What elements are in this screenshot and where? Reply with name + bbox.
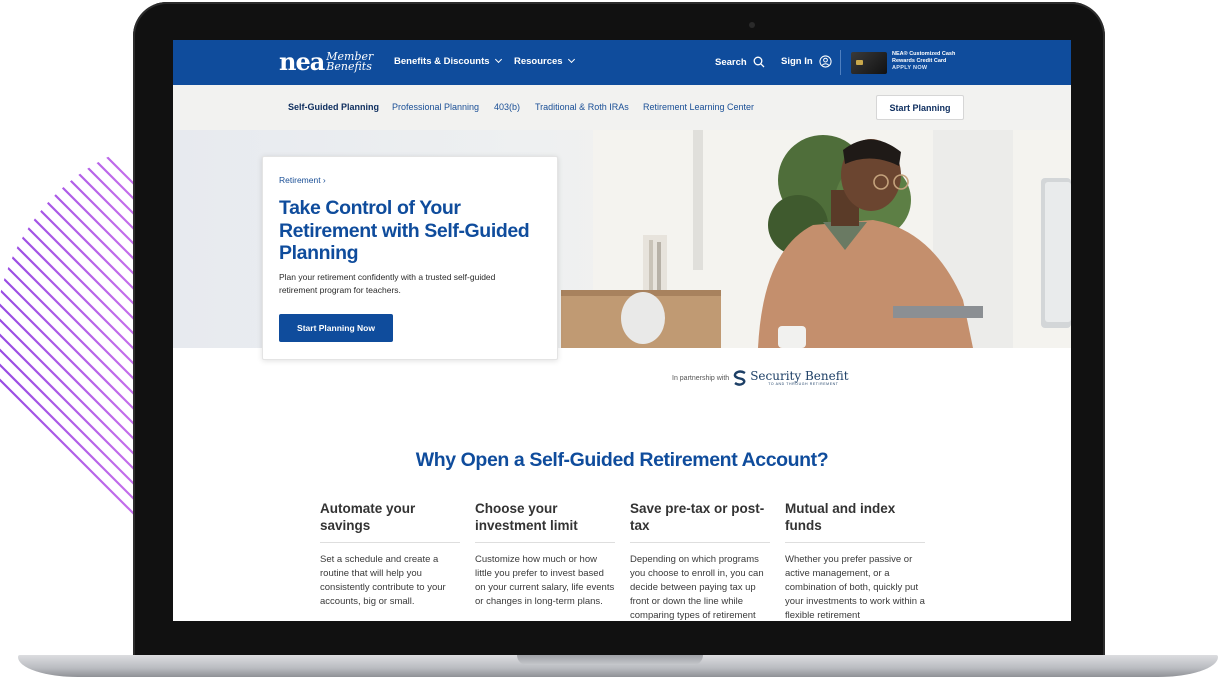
nav-benefits-label: Benefits & Discounts: [394, 56, 490, 67]
feature-body: Whether you prefer passive or active man…: [785, 554, 925, 621]
search-icon: [753, 56, 765, 68]
partnership-text: In partnership with: [672, 374, 730, 382]
feature-title: Mutual and index funds: [785, 500, 925, 543]
section-title: Why Open a Self-Guided Retirement Accoun…: [415, 449, 829, 471]
feature-title: Save pre-tax or post-tax: [630, 500, 770, 543]
start-planning-button[interactable]: Start Planning: [876, 95, 964, 120]
feature-mutual-index-funds: Mutual and index funds Whether you prefe…: [785, 500, 925, 621]
partner-name: Security Benefit: [750, 369, 849, 383]
security-benefit-logo-icon: [733, 370, 746, 386]
nav-resources[interactable]: Resources: [514, 55, 575, 67]
promo-apply-now: APPLY NOW: [892, 65, 928, 71]
nav-resources-label: Resources: [514, 56, 563, 67]
feature-title: Choose your investment limit: [475, 500, 615, 543]
subnav-self-guided-planning[interactable]: Self-Guided Planning: [288, 102, 379, 112]
feature-title: Automate your savings: [320, 500, 460, 543]
header-divider: [840, 50, 841, 75]
subnav-professional-planning[interactable]: Professional Planning: [392, 102, 479, 112]
search-button[interactable]: Search: [715, 56, 765, 68]
feature-automate-savings: Automate your savings Set a schedule and…: [320, 500, 460, 609]
nav-benefits-discounts[interactable]: Benefits & Discounts: [394, 55, 502, 67]
security-benefit-logo: Security Benefit TO AND THROUGH RETIREME…: [750, 370, 848, 386]
user-icon: [819, 55, 832, 68]
laptop-notch: [517, 655, 703, 665]
promo-line-1: NEA® Customized Cash: [892, 51, 956, 57]
browser-screen: nea Member Benefits Benefits & Discounts…: [173, 40, 1071, 621]
subnav-traditional-roth-iras[interactable]: Traditional & Roth IRAs: [535, 102, 629, 112]
search-label: Search: [715, 56, 747, 68]
hero-card: Retirement › Take Control of Your Retire…: [262, 156, 558, 360]
feature-body: Set a schedule and create a routine that…: [320, 554, 446, 607]
nea-member-benefits-logo[interactable]: nea Member Benefits: [279, 50, 373, 74]
partner-tagline: TO AND THROUGH RETIREMENT: [768, 382, 839, 386]
feature-pre-post-tax: Save pre-tax or post-tax Depending on wh…: [630, 500, 770, 621]
hero-description: Plan your retirement confidently with a …: [279, 272, 496, 295]
logo-sub-line-2: Benefits: [326, 60, 372, 73]
breadcrumb-retirement[interactable]: Retirement ›: [279, 175, 326, 185]
credit-card-promo[interactable]: NEA® Customized Cash Rewards Credit Card…: [892, 51, 955, 72]
credit-card-image[interactable]: [851, 52, 887, 74]
logo-mark: nea: [279, 47, 325, 76]
sign-in-button[interactable]: Sign In: [781, 55, 832, 68]
feature-body: Customize how much or how little you pre…: [475, 554, 615, 607]
subnav-retirement-learning-center[interactable]: Retirement Learning Center: [643, 102, 754, 112]
subnav-403b[interactable]: 403(b): [494, 102, 520, 112]
chevron-down-icon: [494, 55, 502, 64]
promo-line-2: Rewards Credit Card: [892, 58, 947, 64]
feature-body: Depending on which programs you choose t…: [630, 554, 764, 621]
partnership-banner: In partnership with Security Benefit TO …: [672, 370, 849, 386]
logo-subtitle: Member Benefits: [326, 51, 373, 73]
sign-in-label: Sign In: [781, 56, 813, 67]
camera-dot: [749, 22, 755, 28]
chevron-down-icon: [567, 55, 575, 64]
site-header: nea Member Benefits Benefits & Discounts…: [173, 40, 1071, 85]
start-planning-now-button[interactable]: Start Planning Now: [279, 314, 393, 342]
feature-investment-limit: Choose your investment limit Customize h…: [475, 500, 615, 609]
page-title: Take Control of Your Retirement with Sel…: [279, 197, 530, 264]
sub-navigation: Self-Guided Planning Professional Planni…: [173, 85, 1071, 131]
